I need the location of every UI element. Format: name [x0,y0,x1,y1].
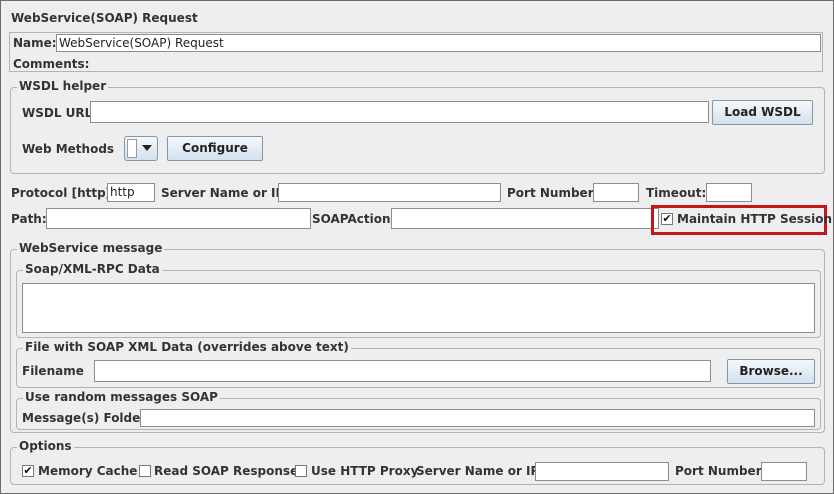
maintain-http-session-checkbox[interactable]: ✔ [661,213,673,225]
options-group: Options ✔ Memory Cache Read SOAP Respons… [10,439,825,485]
port-number-label: Port Number: [507,186,599,200]
random-messages-group: Use random messages SOAP Message(s) Fold… [16,390,821,430]
panel-title: WebService(SOAP) Request [11,11,198,25]
webservice-soap-request-panel: WebService(SOAP) Request Name: WebServic… [0,0,834,494]
wsdl-helper-legend: WSDL helper [17,79,109,93]
chevron-down-icon [142,145,152,151]
wsdl-url-input[interactable] [90,101,709,123]
use-http-proxy-label: Use HTTP Proxy [311,464,419,478]
port-number-input[interactable] [593,183,639,202]
timeout-input[interactable] [706,183,752,202]
memory-cache-checkbox[interactable]: ✔ [22,465,34,477]
proxy-server-input[interactable] [535,462,669,481]
messages-folder-label: Message(s) Folder [22,411,147,425]
wsdl-helper-group: WSDL helper WSDL URL Load WSDL Web Metho… [10,79,825,174]
soap-file-group: File with SOAP XML Data (overrides above… [16,340,821,388]
timeout-label: Timeout: [646,186,707,200]
wsdl-url-label: WSDL URL [22,106,93,120]
memory-cache-label: Memory Cache [38,464,138,478]
messages-folder-input[interactable] [140,409,815,427]
soapaction-label: SOAPAction [312,212,391,226]
name-input[interactable]: WebService(SOAP) Request [56,34,821,52]
load-wsdl-button[interactable]: Load WSDL [712,100,813,125]
soapaction-input[interactable] [391,208,659,229]
use-http-proxy-checkbox[interactable] [295,465,307,477]
server-name-label: Server Name or IP: [161,186,290,200]
filename-label: Filename [22,364,84,378]
soap-file-legend: File with SOAP XML Data (overrides above… [23,340,351,354]
protocol-input[interactable]: http [107,183,155,202]
webservice-message-legend: WebService message [17,241,165,255]
name-label: Name: [13,36,57,50]
path-label: Path: [11,212,47,226]
configure-button[interactable]: Configure [167,136,263,161]
soap-data-legend: Soap/XML-RPC Data [23,262,162,276]
filename-input[interactable] [94,360,711,382]
web-methods-select[interactable] [124,136,158,161]
comments-label: Comments: [13,57,90,71]
options-legend: Options [17,439,74,453]
soap-data-textarea[interactable] [22,283,815,333]
web-methods-label: Web Methods [22,142,115,156]
read-soap-response-label: Read SOAP Response [154,464,299,478]
browse-button[interactable]: Browse... [727,359,815,384]
protocol-label: Protocol [http]: [11,186,116,200]
maintain-http-session-label: Maintain HTTP Session [677,212,832,226]
proxy-server-label: Server Name or IP: [416,464,545,478]
proxy-port-label: Port Number: [675,464,767,478]
web-methods-value [127,139,137,158]
read-soap-response-checkbox[interactable] [139,465,151,477]
path-input[interactable] [46,208,311,229]
server-name-input[interactable] [278,183,501,202]
webservice-message-group: WebService message Soap/XML-RPC Data Fil… [10,241,825,433]
random-messages-legend: Use random messages SOAP [23,390,220,404]
soap-data-group: Soap/XML-RPC Data [16,262,821,338]
name-comments-box: Name: WebService(SOAP) Request Comments: [9,32,823,72]
proxy-port-input[interactable] [761,462,807,481]
